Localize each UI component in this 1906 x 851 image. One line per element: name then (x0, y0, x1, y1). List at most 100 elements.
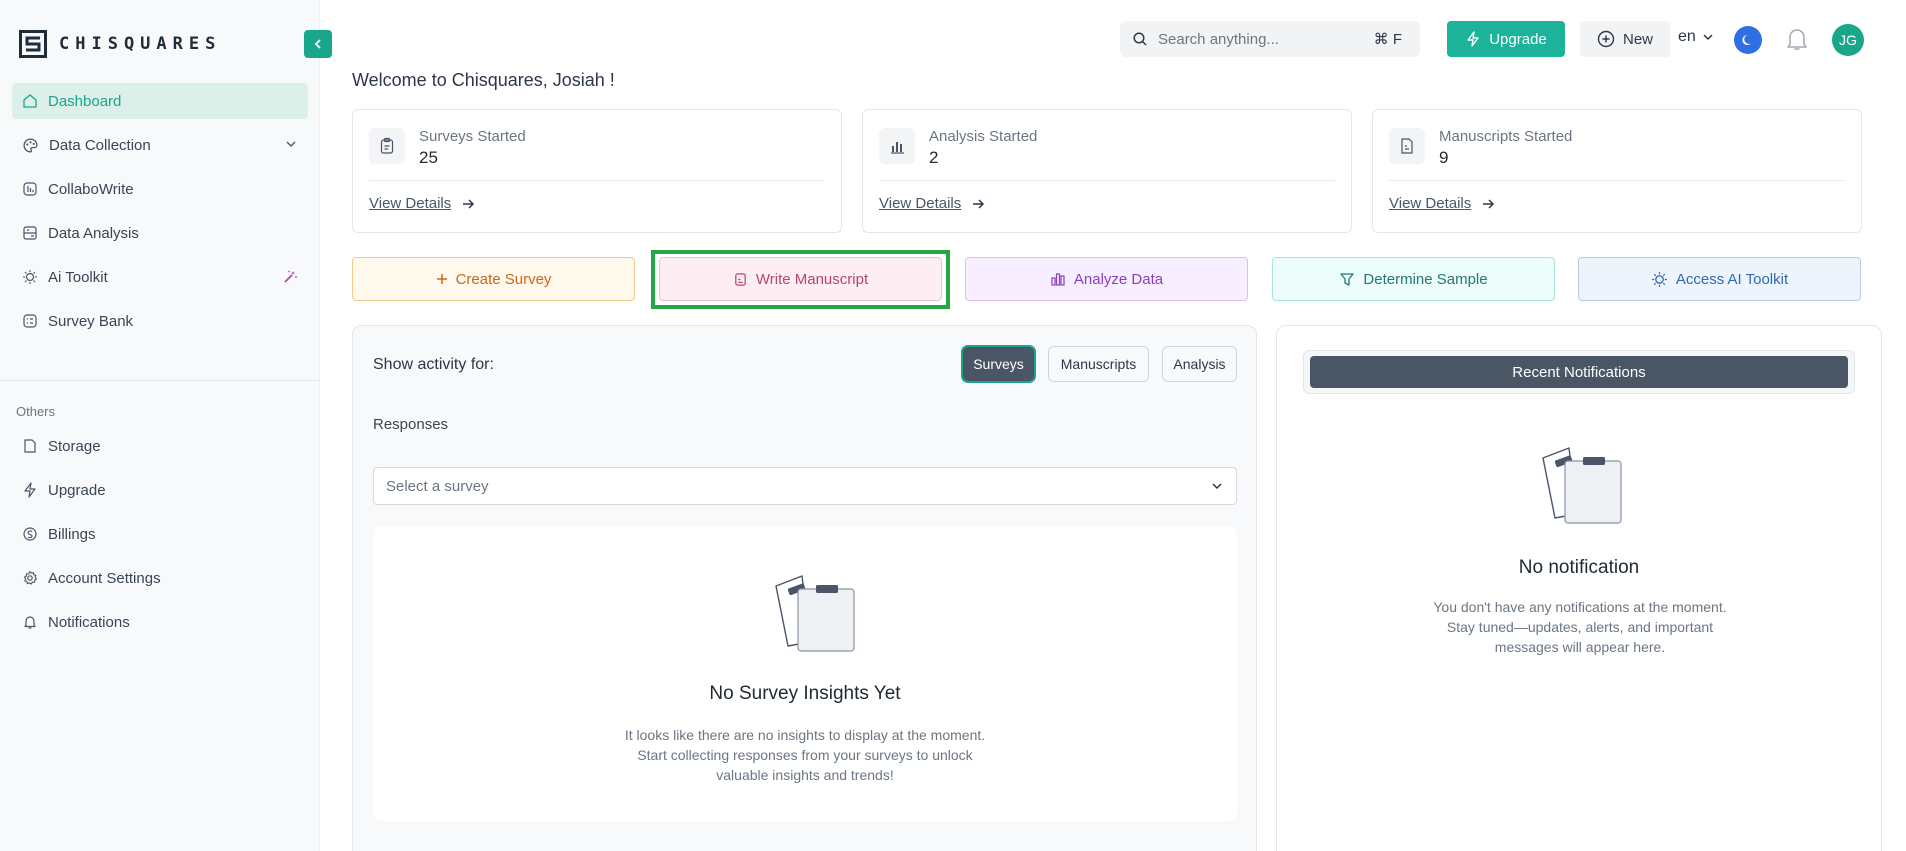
sidebar-item-label: Upgrade (48, 481, 106, 499)
sidebar-collapse-button[interactable] (304, 30, 332, 58)
lightning-icon (24, 482, 36, 498)
sidebar-item-label: Billings (48, 525, 96, 543)
notifications-bell-button[interactable] (1785, 26, 1809, 52)
welcome-message: Welcome to Chisquares, Josiah ! (352, 70, 615, 90)
sidebar-item-label: Dashboard (48, 92, 122, 110)
view-details-link[interactable]: View Details (879, 195, 985, 212)
sidebar-nav: Dashboard Data Collection CollaboWrite D… (12, 83, 308, 347)
stat-divider (1389, 180, 1845, 181)
create-survey-button[interactable]: Create Survey (352, 257, 635, 301)
sidebar-item-notifications[interactable]: Notifications (12, 604, 308, 640)
language-value: en (1678, 28, 1696, 45)
clipboard-empty-illustration-icon (1542, 447, 1622, 524)
upgrade-button-label: Upgrade (1489, 30, 1547, 48)
survey-select-value: Select a survey (386, 477, 489, 495)
chevron-down-icon[interactable] (284, 137, 298, 151)
tab-analysis[interactable]: Analysis (1162, 346, 1237, 382)
analyze-data-label: Analyze Data (1073, 270, 1164, 288)
show-activity-label: Show activity for: (373, 356, 494, 373)
upgrade-button[interactable]: Upgrade (1447, 21, 1565, 57)
chevron-left-icon (314, 39, 321, 49)
notifications-empty-description: You don't have any notifications at the … (1433, 599, 1727, 655)
sidebar-item-label: Ai Toolkit (48, 268, 108, 286)
determine-sample-button[interactable]: Determine Sample (1272, 257, 1555, 301)
stat-value: 2 (929, 148, 939, 167)
empty-state-title: No Survey Insights Yet (709, 683, 901, 704)
bar-chart-icon (1051, 273, 1065, 286)
sidebar: CHISQUARES Dashboard Data Collection Col… (0, 0, 320, 851)
sidebar-item-label: Data Collection (49, 136, 151, 154)
sidebar-item-data-analysis[interactable]: Data Analysis (12, 215, 308, 251)
view-details-label: View Details (879, 195, 962, 212)
stat-card-manuscripts: Manuscripts Started 9 View Details (1372, 109, 1862, 233)
sidebar-item-label: Data Analysis (48, 224, 139, 242)
palette-icon (23, 137, 38, 153)
tab-surveys[interactable]: Surveys (962, 346, 1035, 382)
grid-chart-icon (23, 226, 37, 240)
stat-divider (879, 180, 1335, 181)
notifications-header-container: Recent Notifications (1303, 350, 1855, 394)
sidebar-item-storage[interactable]: Storage (12, 428, 308, 464)
ai-chip-icon (1651, 271, 1667, 287)
stat-label: Surveys Started (419, 128, 526, 145)
plus-icon (436, 274, 447, 284)
write-manuscript-button[interactable]: Write Manuscript (659, 257, 942, 301)
billing-coin-icon (23, 527, 37, 541)
sidebar-item-ai-toolkit[interactable]: Ai Toolkit (12, 259, 308, 295)
plus-circle-icon (1597, 30, 1615, 48)
sidebar-item-label: Notifications (48, 613, 130, 631)
chevron-down-icon (1212, 483, 1222, 490)
sidebar-item-upgrade[interactable]: Upgrade (12, 472, 308, 508)
tab-manuscripts[interactable]: Manuscripts (1048, 346, 1149, 382)
dark-mode-toggle[interactable] (1734, 26, 1762, 54)
collabowrite-icon (23, 182, 37, 196)
others-section-label: Others (16, 404, 56, 419)
lightning-icon (1467, 31, 1479, 47)
sidebar-item-data-collection[interactable]: Data Collection (12, 127, 308, 163)
notifications-panel: Recent Notifications No notification You… (1276, 325, 1882, 851)
survey-select[interactable]: Select a survey (373, 467, 1237, 505)
moon-icon (1742, 35, 1751, 45)
determine-sample-label: Determine Sample (1363, 270, 1488, 288)
stat-label: Analysis Started (929, 128, 1038, 145)
search-input[interactable] (1158, 30, 1358, 48)
new-button[interactable]: New (1580, 21, 1670, 57)
view-details-link[interactable]: View Details (369, 195, 475, 212)
sidebar-item-collabowrite[interactable]: CollaboWrite (12, 171, 308, 207)
stat-value: 25 (419, 148, 438, 167)
activity-panel: Show activity for: Surveys Manuscripts A… (352, 325, 1257, 851)
brand-logo[interactable]: CHISQUARES (19, 30, 221, 58)
sidebar-item-account-settings[interactable]: Account Settings (12, 560, 308, 596)
chevron-down-icon (1703, 34, 1713, 41)
sidebar-item-label: CollaboWrite (48, 180, 134, 198)
search-shortcut: ⌘ F (1373, 31, 1402, 48)
survey-insights-empty-state: No Survey Insights Yet It looks like the… (373, 526, 1237, 821)
ai-chip-icon (23, 270, 37, 284)
search-icon (1133, 32, 1147, 46)
sidebar-item-label: Account Settings (48, 569, 161, 587)
language-selector[interactable]: en (1678, 28, 1714, 46)
arrow-right-icon (463, 198, 475, 209)
survey-bank-icon (23, 314, 37, 328)
gear-icon (23, 570, 38, 585)
stat-icon (369, 128, 405, 164)
home-icon (23, 94, 37, 108)
empty-state-description: It looks like there are no insights to d… (624, 727, 986, 783)
search-bar[interactable]: ⌘ F (1120, 21, 1420, 57)
sidebar-divider (0, 380, 320, 381)
magic-wand-icon (284, 270, 297, 283)
clipboard-empty-illustration-icon (775, 575, 855, 652)
bell-icon (1787, 29, 1807, 50)
user-avatar[interactable]: JG (1832, 24, 1864, 56)
access-ai-toolkit-button[interactable]: Access AI Toolkit (1578, 257, 1861, 301)
stat-label: Manuscripts Started (1439, 128, 1573, 145)
analyze-data-button[interactable]: Analyze Data (965, 257, 1248, 301)
sidebar-item-billings[interactable]: Billings (12, 516, 308, 552)
sidebar-item-dashboard[interactable]: Dashboard (12, 83, 308, 119)
view-details-label: View Details (1389, 195, 1472, 212)
document-icon (1401, 138, 1413, 154)
view-details-link[interactable]: View Details (1389, 195, 1495, 212)
sidebar-item-survey-bank[interactable]: Survey Bank (12, 303, 308, 339)
stat-card-analysis: Analysis Started 2 View Details (862, 109, 1352, 233)
sidebar-others-nav: Storage Upgrade Billings Account Setting… (12, 428, 308, 648)
